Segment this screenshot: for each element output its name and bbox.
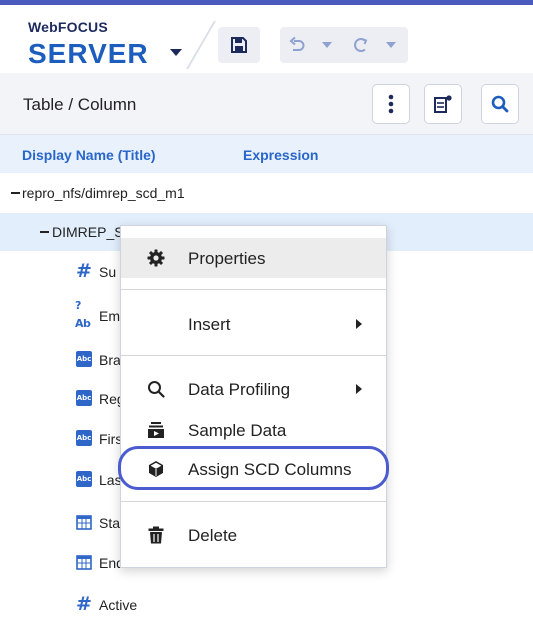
calendar-icon [75, 513, 93, 531]
field-label: Active [99, 597, 138, 613]
brand-dropdown-caret-icon[interactable] [165, 41, 185, 61]
redo-icon [354, 38, 368, 52]
columns-settings-icon [434, 95, 452, 113]
field-label: Su [99, 264, 117, 280]
cube-icon [147, 460, 165, 478]
collapse-icon[interactable] [11, 192, 20, 194]
menu-separator [121, 289, 386, 290]
undo-button[interactable] [280, 27, 314, 63]
menu-label: Delete [188, 526, 238, 545]
tree-root-label: repro_nfs/dimrep_scd_m1 [22, 185, 185, 201]
search-button[interactable] [481, 84, 519, 124]
text-numeric-icon: ?Ab [75, 299, 91, 330]
column-settings-button[interactable] [424, 84, 462, 124]
sample-data-icon [147, 421, 165, 439]
abc-icon: Abc [75, 470, 93, 488]
menu-item-delete[interactable]: Delete [121, 515, 386, 555]
save-button[interactable] [218, 27, 260, 63]
app-header: WebFOCUS SERVER [0, 5, 533, 73]
menu-label: Properties [188, 249, 266, 268]
abc-icon: Abc [75, 429, 93, 447]
abc-icon: Abc [75, 350, 93, 368]
menu-separator [121, 355, 386, 356]
brand-server-title[interactable]: SERVER [28, 38, 149, 70]
menu-label: Sample Data [188, 421, 287, 440]
menu-label: Data Profiling [188, 380, 291, 399]
menu-item-sample-data[interactable]: Sample Data [121, 410, 386, 450]
kebab-menu-icon [388, 94, 394, 114]
save-icon [231, 37, 247, 53]
calendar-icon [75, 553, 93, 571]
undo-dropdown-button[interactable] [314, 27, 340, 63]
gear-icon [147, 249, 165, 267]
header-divider [186, 21, 216, 69]
trash-icon [147, 526, 165, 544]
menu-item-assign-scd-columns[interactable]: Assign SCD Columns [118, 446, 389, 490]
more-options-button[interactable] [372, 84, 410, 124]
column-header-display-name[interactable]: Display Name (Title) [22, 147, 156, 163]
context-menu: Properties Insert Data Profiling Sample … [118, 225, 389, 568]
hash-icon: # [76, 593, 92, 615]
tree-segment-label: DIMREP_S [52, 224, 124, 240]
collapse-icon[interactable] [40, 231, 49, 233]
panel-title: Table / Column [23, 95, 137, 114]
field-label: Em [99, 308, 120, 324]
tree-row-field[interactable]: # Active [0, 586, 533, 624]
chevron-down-icon [322, 42, 332, 48]
submenu-arrow-icon [356, 384, 362, 394]
column-header-row: Display Name (Title) Expression [0, 135, 533, 173]
undo-redo-group [280, 27, 408, 63]
chevron-down-icon [386, 42, 396, 48]
field-label: Bra [99, 352, 121, 368]
abc-icon: Abc [75, 389, 93, 407]
menu-label: Insert [188, 315, 231, 334]
menu-item-data-profiling[interactable]: Data Profiling [121, 369, 386, 409]
search-icon [147, 380, 165, 398]
menu-label: Assign SCD Columns [188, 460, 352, 479]
menu-item-insert[interactable]: Insert [121, 304, 386, 344]
brand-product: WebFOCUS [28, 19, 108, 35]
menu-separator [121, 501, 386, 502]
redo-dropdown-button[interactable] [378, 27, 404, 63]
field-label: Las [99, 472, 122, 488]
hash-icon: # [76, 260, 92, 282]
submenu-arrow-icon [356, 319, 362, 329]
undo-icon [289, 36, 305, 51]
field-label: Sta [99, 515, 121, 531]
column-header-expression[interactable]: Expression [243, 147, 318, 163]
search-icon [491, 95, 509, 113]
field-label: Firs [99, 431, 123, 447]
menu-item-properties[interactable]: Properties [121, 238, 386, 278]
redo-button[interactable] [344, 27, 378, 63]
tree-row-root[interactable]: repro_nfs/dimrep_scd_m1 [0, 174, 533, 212]
